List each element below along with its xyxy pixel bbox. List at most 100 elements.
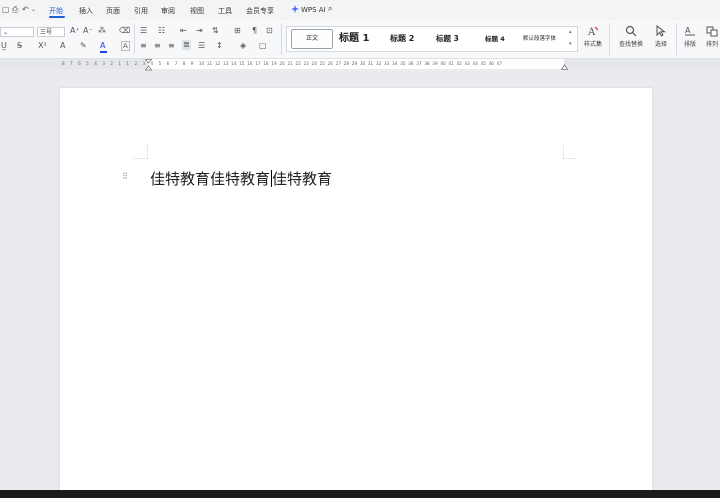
distribute-icon[interactable]: ☰	[198, 41, 205, 51]
select-button[interactable]: 选择	[650, 25, 672, 48]
save-icon[interactable]: ⎙	[12, 5, 18, 15]
file-menu-icon[interactable]: ▢	[2, 5, 10, 14]
numbered-list-icon[interactable]: ☷	[158, 26, 165, 36]
show-marks-icon[interactable]: ¶	[252, 26, 257, 36]
window-bottom-edge	[0, 490, 720, 498]
document-page[interactable]: ⠿ 佳特教育佳特教育 佳特教育	[60, 88, 652, 498]
superscript-icon[interactable]: X²	[38, 41, 47, 51]
table-icon[interactable]: ⊡	[266, 26, 273, 36]
increase-indent-icon[interactable]: ⇥	[196, 26, 203, 36]
chinese-layout-icon[interactable]: ⊞	[234, 26, 241, 36]
clear-format-icon[interactable]: ⌫	[119, 26, 130, 36]
underline-icon[interactable]: U̲	[1, 41, 7, 51]
gallery-scroll-up-icon[interactable]: ▴	[569, 29, 572, 35]
tab-wps-ai[interactable]: WPS AI	[301, 6, 326, 14]
style-heading-2[interactable]: 标题 2	[390, 27, 414, 51]
font-color-icon[interactable]: A	[100, 41, 105, 51]
ruler-number: 9	[190, 61, 194, 66]
text-after-cursor: 佳特教育	[272, 170, 333, 188]
tab-tools[interactable]: 工具	[218, 6, 232, 16]
ruler-number: 10	[198, 61, 205, 66]
left-indent-marker-icon[interactable]	[145, 59, 152, 71]
justify-icon[interactable]: ≣	[182, 40, 191, 50]
ruler-number: 46	[488, 61, 494, 66]
layout-label: 排版	[683, 41, 696, 48]
style-heading-3[interactable]: 标题 3	[436, 27, 459, 51]
border-icon[interactable]: ▢	[259, 41, 267, 51]
tab-review[interactable]: 审阅	[161, 6, 175, 16]
ruler-number: 47	[496, 61, 503, 66]
tab-home[interactable]: 开始	[49, 6, 63, 16]
shrink-font-icon[interactable]: A⁻	[83, 26, 93, 36]
ruler-number: 41	[448, 61, 454, 66]
align-center-icon[interactable]: ≡	[154, 41, 161, 51]
tab-references[interactable]: 引用	[134, 6, 148, 16]
ruler-number: 22	[295, 61, 301, 66]
style-default-para-font[interactable]: 默认段落字体	[523, 27, 556, 51]
ruler-number: 26	[327, 61, 333, 66]
magnifier-icon	[625, 25, 637, 37]
ruler-number: 16	[247, 61, 253, 66]
ruler-number: 18	[263, 61, 269, 66]
decrease-indent-icon[interactable]: ⇤	[180, 26, 187, 36]
document-paragraph[interactable]: 佳特教育佳特教育 佳特教育	[150, 168, 332, 189]
undo-icon[interactable]: ↶	[22, 5, 29, 14]
right-indent-marker-icon[interactable]	[561, 64, 568, 70]
ruler-number: 45	[480, 61, 486, 66]
ruler-number: 15	[239, 61, 245, 66]
ruler-number: 31	[367, 61, 374, 66]
ruler-number: 43	[464, 61, 470, 66]
style-set-icon: A	[587, 26, 599, 37]
ruler-number: 17	[255, 61, 261, 66]
ruler-number: 35	[400, 61, 406, 66]
quick-access-dropdown-icon[interactable]: ⌄	[31, 6, 36, 13]
gallery-scroll-down-icon[interactable]: ▾	[569, 41, 572, 47]
highlight-icon[interactable]: ✎	[80, 41, 87, 51]
ruler-number: 4	[94, 61, 97, 66]
search-icon[interactable]: ⌕	[328, 4, 332, 14]
margin-corner-top-right	[563, 145, 577, 159]
style-normal[interactable]: 正文	[291, 29, 333, 49]
ruler-number: 29	[351, 61, 358, 66]
svg-text:A: A	[685, 26, 691, 35]
font-name-select[interactable]: ⌄	[0, 27, 34, 37]
layout-button[interactable]: A 排版	[680, 25, 700, 48]
find-replace-button[interactable]: 查找替换	[614, 25, 648, 48]
char-border-icon[interactable]: A	[121, 41, 130, 51]
ruler-number: 7	[70, 61, 73, 66]
arrange-icon	[706, 26, 718, 37]
ruler-number: 13	[223, 61, 229, 66]
margin-corner-top-left	[134, 145, 148, 159]
paragraph-drag-handle-icon[interactable]: ⠿	[122, 172, 128, 181]
arrange-label: 排列	[705, 41, 718, 48]
ruler-number: 1	[126, 61, 130, 66]
find-replace-label: 查找替换	[618, 41, 643, 48]
style-set-button[interactable]: A 样式集	[581, 25, 605, 48]
align-left-icon[interactable]: ≡	[140, 41, 147, 51]
shading-icon[interactable]: ◈	[240, 41, 246, 51]
grow-font-icon[interactable]: A⁺	[70, 26, 80, 36]
tab-insert[interactable]: 插入	[79, 6, 93, 16]
tab-member[interactable]: 会员专享	[246, 6, 274, 16]
line-spacing-icon[interactable]: ↕	[216, 41, 223, 51]
sort-icon[interactable]: ⇅	[212, 26, 219, 36]
wps-ai-icon	[291, 5, 299, 13]
ruler-number: 34	[392, 61, 398, 66]
style-heading-1[interactable]: 标题 1	[339, 27, 369, 51]
text-effect-icon[interactable]: A	[60, 41, 65, 51]
font-size-select[interactable]: 三号	[37, 27, 65, 37]
ruler-number: 2	[134, 61, 138, 66]
strikethrough-icon[interactable]: S̶	[17, 41, 22, 51]
ruler-number: 6	[78, 61, 81, 66]
style-heading-4[interactable]: 标题 4	[485, 27, 505, 51]
tab-view[interactable]: 视图	[190, 6, 204, 16]
tab-page[interactable]: 页面	[106, 6, 120, 16]
arrange-button[interactable]: 排列	[702, 25, 720, 48]
ruler-number: 8	[62, 61, 65, 66]
change-case-icon[interactable]: ⁂	[98, 26, 106, 36]
bullet-list-icon[interactable]: ☰	[140, 26, 147, 36]
ruler-number: 8	[182, 61, 186, 66]
align-right-icon[interactable]: ≡	[168, 41, 175, 51]
ruler-number: 25	[319, 61, 325, 66]
svg-text:A: A	[587, 27, 596, 37]
